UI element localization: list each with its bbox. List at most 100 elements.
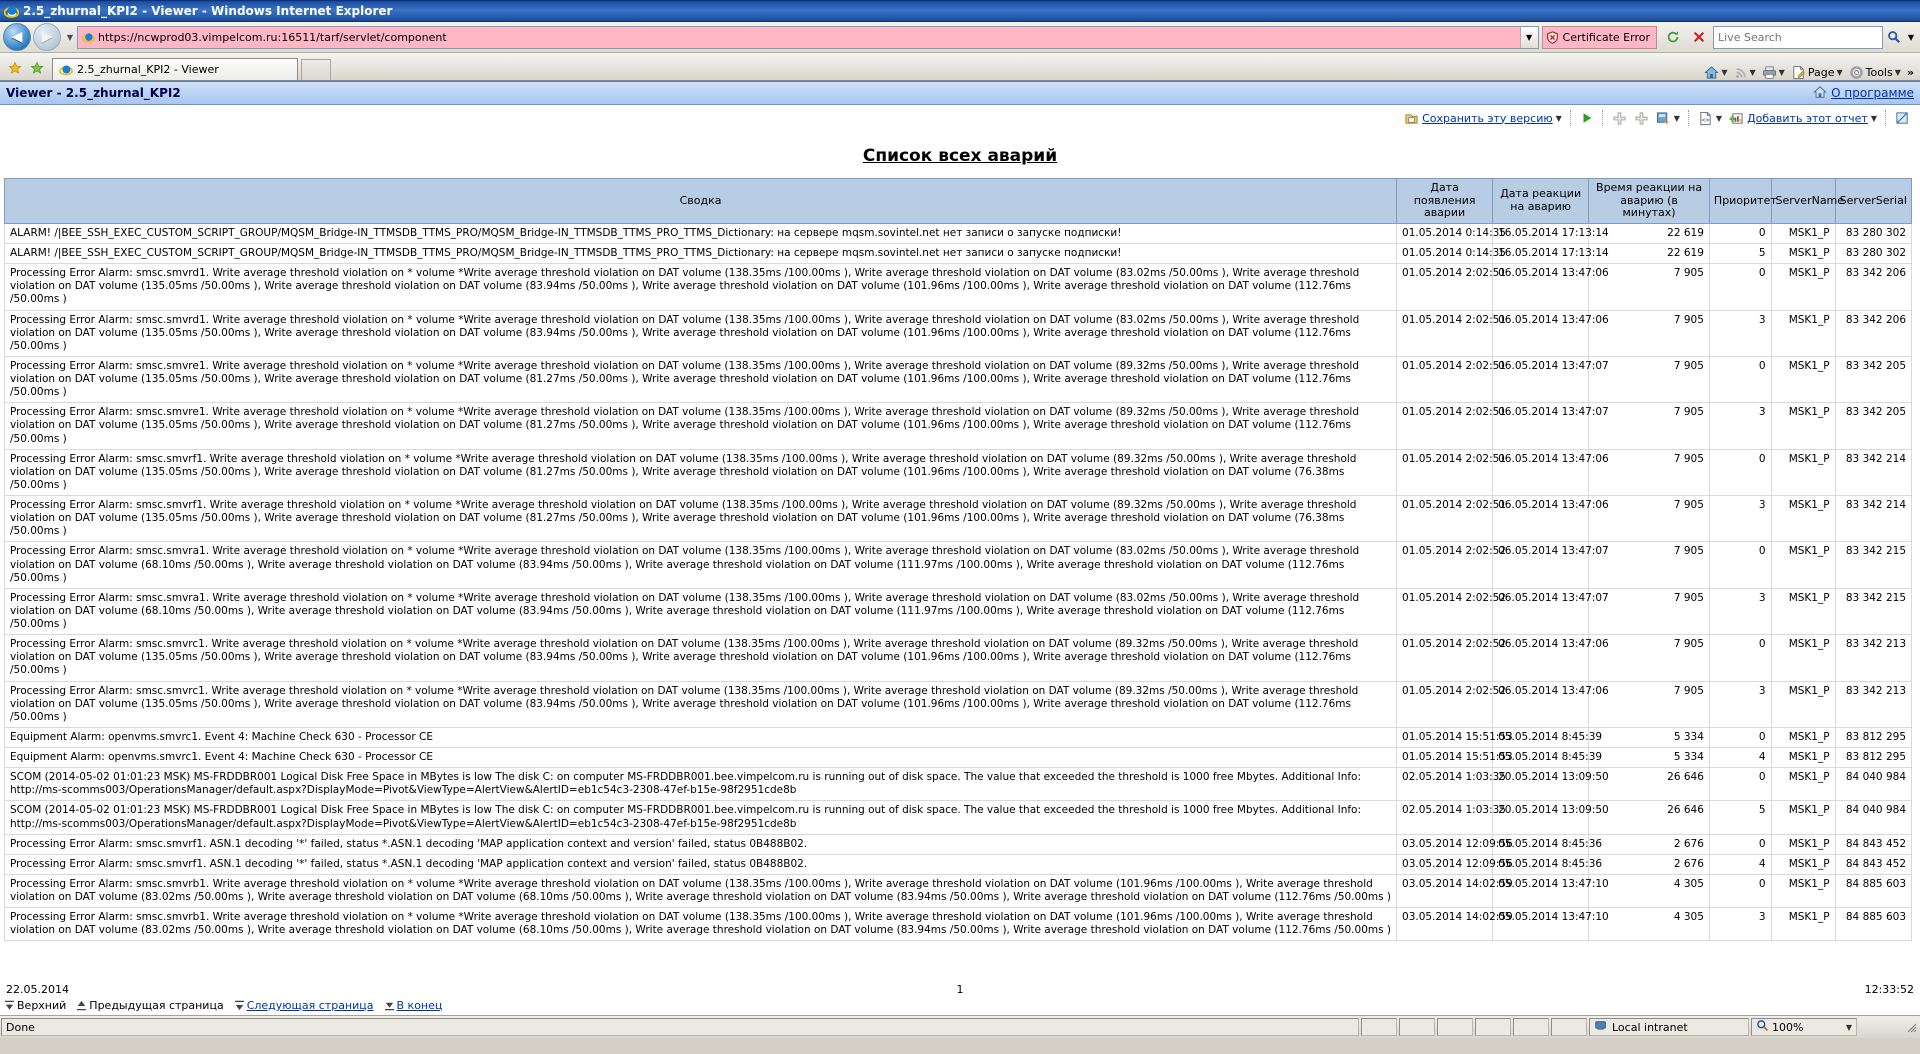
search-box[interactable] xyxy=(1713,25,1883,49)
incident-date-reaction: 05.05.2014 8:45:39 xyxy=(1492,727,1602,749)
table-row[interactable]: Processing Error Alarm: smsc.smvre1. Wri… xyxy=(3,402,1913,450)
favorites-center-icon[interactable] xyxy=(4,56,26,80)
incident-date-reaction: 05.05.2014 13:47:10 xyxy=(1492,874,1609,909)
browser-tab[interactable]: 2.5_zhurnal_KPI2 - Viewer xyxy=(52,58,298,80)
table-row[interactable]: Processing Error Alarm: smsc.smvrc1. Wri… xyxy=(3,681,1913,728)
incident-priority: 0 xyxy=(1709,727,1772,749)
table-row[interactable]: ALARM! /|BEE_SSH_EXEC_CUSTOM_SCRIPT_GROU… xyxy=(3,243,1913,265)
pager-end-button[interactable]: В конец xyxy=(384,999,443,1012)
zoom-caret-icon[interactable]: ▼ xyxy=(1846,1023,1852,1032)
search-dropdown-icon[interactable]: ▼ xyxy=(1905,27,1917,48)
table-row[interactable]: Processing Error Alarm: smsc.smvrb1. Wri… xyxy=(3,907,1913,942)
table-row[interactable]: Processing Error Alarm: smsc.smvrb1. Wri… xyxy=(3,874,1913,909)
tools-menu-button[interactable]: Tools ▼ xyxy=(1847,65,1903,80)
incident-date-appeared: 01.05.2014 2:02:52 xyxy=(1396,541,1506,589)
add-report-caret-icon[interactable]: ▼ xyxy=(1871,114,1877,123)
save-version-label[interactable]: Сохранить эту версию xyxy=(1422,112,1553,125)
add-report-button[interactable]: Добавить этот отчет ▼ xyxy=(1727,111,1879,126)
column-header-date-reaction[interactable]: Дата реакции на аварию xyxy=(1492,178,1590,224)
feeds-caret-icon[interactable]: ▼ xyxy=(1750,68,1756,77)
home-button[interactable]: ▼ xyxy=(1702,65,1729,80)
column-header-server-serial[interactable]: ServerSerial xyxy=(1834,178,1913,224)
table-row[interactable]: Processing Error Alarm: smsc.smvrf1. ASN… xyxy=(3,854,1913,875)
tools-caret-icon[interactable]: ▼ xyxy=(1895,68,1901,77)
table-row[interactable]: Processing Error Alarm: smsc.smvrf1. ASN… xyxy=(3,834,1913,855)
print-caret-icon[interactable]: ▼ xyxy=(1779,68,1785,77)
address-text[interactable]: https://ncwprod03.vimpelcom.ru:16511/tar… xyxy=(98,27,1520,48)
pager-next-label[interactable]: Следующая страница xyxy=(247,999,374,1012)
incident-summary: Processing Error Alarm: smsc.smvre1. Wri… xyxy=(3,402,1398,450)
security-zone-label: Local intranet xyxy=(1612,1020,1688,1034)
table-row[interactable]: SCOM (2014-05-02 01:01:23 MSK) MS-FRDDBR… xyxy=(3,767,1913,802)
column-header-priority[interactable]: Приоритет xyxy=(1708,178,1777,224)
view-source-button[interactable]: <> ▼ xyxy=(1696,111,1724,126)
about-link[interactable]: О программе xyxy=(1831,86,1914,100)
save-version-button[interactable]: Сохранить эту версию ▼ xyxy=(1402,111,1564,126)
stop-button[interactable] xyxy=(1687,26,1711,49)
column-header-summary[interactable]: Сводка xyxy=(3,178,1398,224)
toolbar-overflow-button[interactable]: » xyxy=(1905,66,1916,79)
incident-summary: Processing Error Alarm: smsc.smvrf1. Wri… xyxy=(3,449,1398,497)
pager-end-label[interactable]: В конец xyxy=(397,999,443,1012)
search-input[interactable] xyxy=(1714,26,1882,48)
add-item-alt-button[interactable] xyxy=(1632,111,1651,126)
security-zone-indicator[interactable]: Local intranet xyxy=(1589,1018,1749,1036)
new-tab-button[interactable] xyxy=(301,59,331,80)
export-icon xyxy=(1656,111,1669,125)
column-header-date-appeared[interactable]: Дата появления аварии xyxy=(1396,178,1494,224)
table-row[interactable]: Processing Error Alarm: smsc.smvrd1. Wri… xyxy=(3,310,1913,357)
resize-grip-icon[interactable] xyxy=(1904,1020,1918,1034)
save-version-caret-icon[interactable]: ▼ xyxy=(1556,114,1562,123)
pager-prev-button[interactable]: Предыдущая страница xyxy=(76,999,224,1012)
incident-server-name: MSK1_P xyxy=(1771,402,1836,450)
export-button[interactable]: ▼ xyxy=(1654,111,1682,126)
table-row[interactable]: Processing Error Alarm: smsc.smvrf1. Wri… xyxy=(3,449,1913,497)
incident-server-serial: 83 342 213 xyxy=(1835,634,1913,682)
incident-date-appeared: 03.05.2014 14:02:59 xyxy=(1396,874,1513,909)
table-row[interactable]: ALARM! /|BEE_SSH_EXEC_CUSTOM_SCRIPT_GROU… xyxy=(3,223,1913,245)
address-dropdown-icon[interactable]: ▼ xyxy=(1519,26,1538,48)
back-button[interactable]: ◀ xyxy=(3,23,31,51)
table-row[interactable]: Processing Error Alarm: smsc.smvra1. Wri… xyxy=(3,588,1913,636)
table-row[interactable]: Equipment Alarm: openvms.smvrc1. Event 4… xyxy=(3,747,1913,769)
table-row[interactable]: Equipment Alarm: openvms.smvrc1. Event 4… xyxy=(3,727,1913,749)
search-go-icon[interactable] xyxy=(1883,27,1905,48)
table-row[interactable]: Processing Error Alarm: smsc.smvra1. Wri… xyxy=(3,541,1913,589)
page-menu-button[interactable]: Page ▼ xyxy=(1789,65,1845,80)
forward-button[interactable]: ▶ xyxy=(33,23,61,51)
run-report-button[interactable] xyxy=(1578,111,1596,125)
address-bar[interactable]: https://ncwprod03.vimpelcom.ru:16511/tar… xyxy=(77,25,1539,49)
rss-icon xyxy=(1735,67,1746,78)
export-caret-icon[interactable]: ▼ xyxy=(1674,114,1680,123)
recent-pages-dropdown-icon[interactable]: ▼ xyxy=(63,24,77,50)
table-row[interactable]: Processing Error Alarm: smsc.smvre1. Wri… xyxy=(3,356,1913,404)
column-header-reaction-time[interactable]: Время реакции на аварию (в минутах) xyxy=(1588,178,1710,224)
view-source-caret-icon[interactable]: ▼ xyxy=(1716,114,1722,123)
add-item-button[interactable] xyxy=(1610,111,1629,126)
pager-top-button[interactable]: Верхний xyxy=(4,999,66,1012)
home-caret-icon[interactable]: ▼ xyxy=(1721,68,1727,77)
page-caret-icon[interactable]: ▼ xyxy=(1836,68,1842,77)
add-to-favorites-icon[interactable] xyxy=(26,56,48,80)
incident-date-reaction: 20.05.2014 13:09:50 xyxy=(1492,800,1609,835)
table-row[interactable]: Processing Error Alarm: smsc.smvrd1. Wri… xyxy=(3,263,1913,311)
pager-top-label[interactable]: Верхний xyxy=(17,999,66,1012)
internet-explorer-icon xyxy=(4,4,19,19)
pager-prev-label[interactable]: Предыдущая страница xyxy=(89,999,223,1012)
add-report-label[interactable]: Добавить этот отчет xyxy=(1747,112,1868,125)
pager-next-button[interactable]: Следующая страница xyxy=(234,999,374,1012)
design-view-button[interactable] xyxy=(1893,111,1912,126)
certificate-error-badge[interactable]: Certificate Error xyxy=(1541,25,1657,49)
zoom-control[interactable]: 100% ▼ xyxy=(1751,1018,1857,1036)
refresh-button[interactable] xyxy=(1661,26,1685,49)
table-row[interactable]: Processing Error Alarm: smsc.smvrc1. Wri… xyxy=(3,634,1913,682)
table-row[interactable]: Processing Error Alarm: smsc.smvrf1. Wri… xyxy=(3,495,1913,543)
print-button[interactable]: ▼ xyxy=(1760,65,1787,80)
incident-summary: Processing Error Alarm: smsc.smvrd1. Wri… xyxy=(3,263,1398,311)
table-row[interactable]: SCOM (2014-05-02 01:01:23 MSK) MS-FRDDBR… xyxy=(3,800,1913,835)
app-header: Viewer - 2.5_zhurnal_KPI2 О программе xyxy=(0,81,1920,105)
incident-reaction-time: 2 676 xyxy=(1588,834,1710,855)
feeds-button[interactable]: ▼ xyxy=(1732,66,1758,80)
incident-date-appeared: 01.05.2014 2:02:52 xyxy=(1396,588,1506,636)
column-header-server-name[interactable]: ServerName xyxy=(1770,178,1844,224)
